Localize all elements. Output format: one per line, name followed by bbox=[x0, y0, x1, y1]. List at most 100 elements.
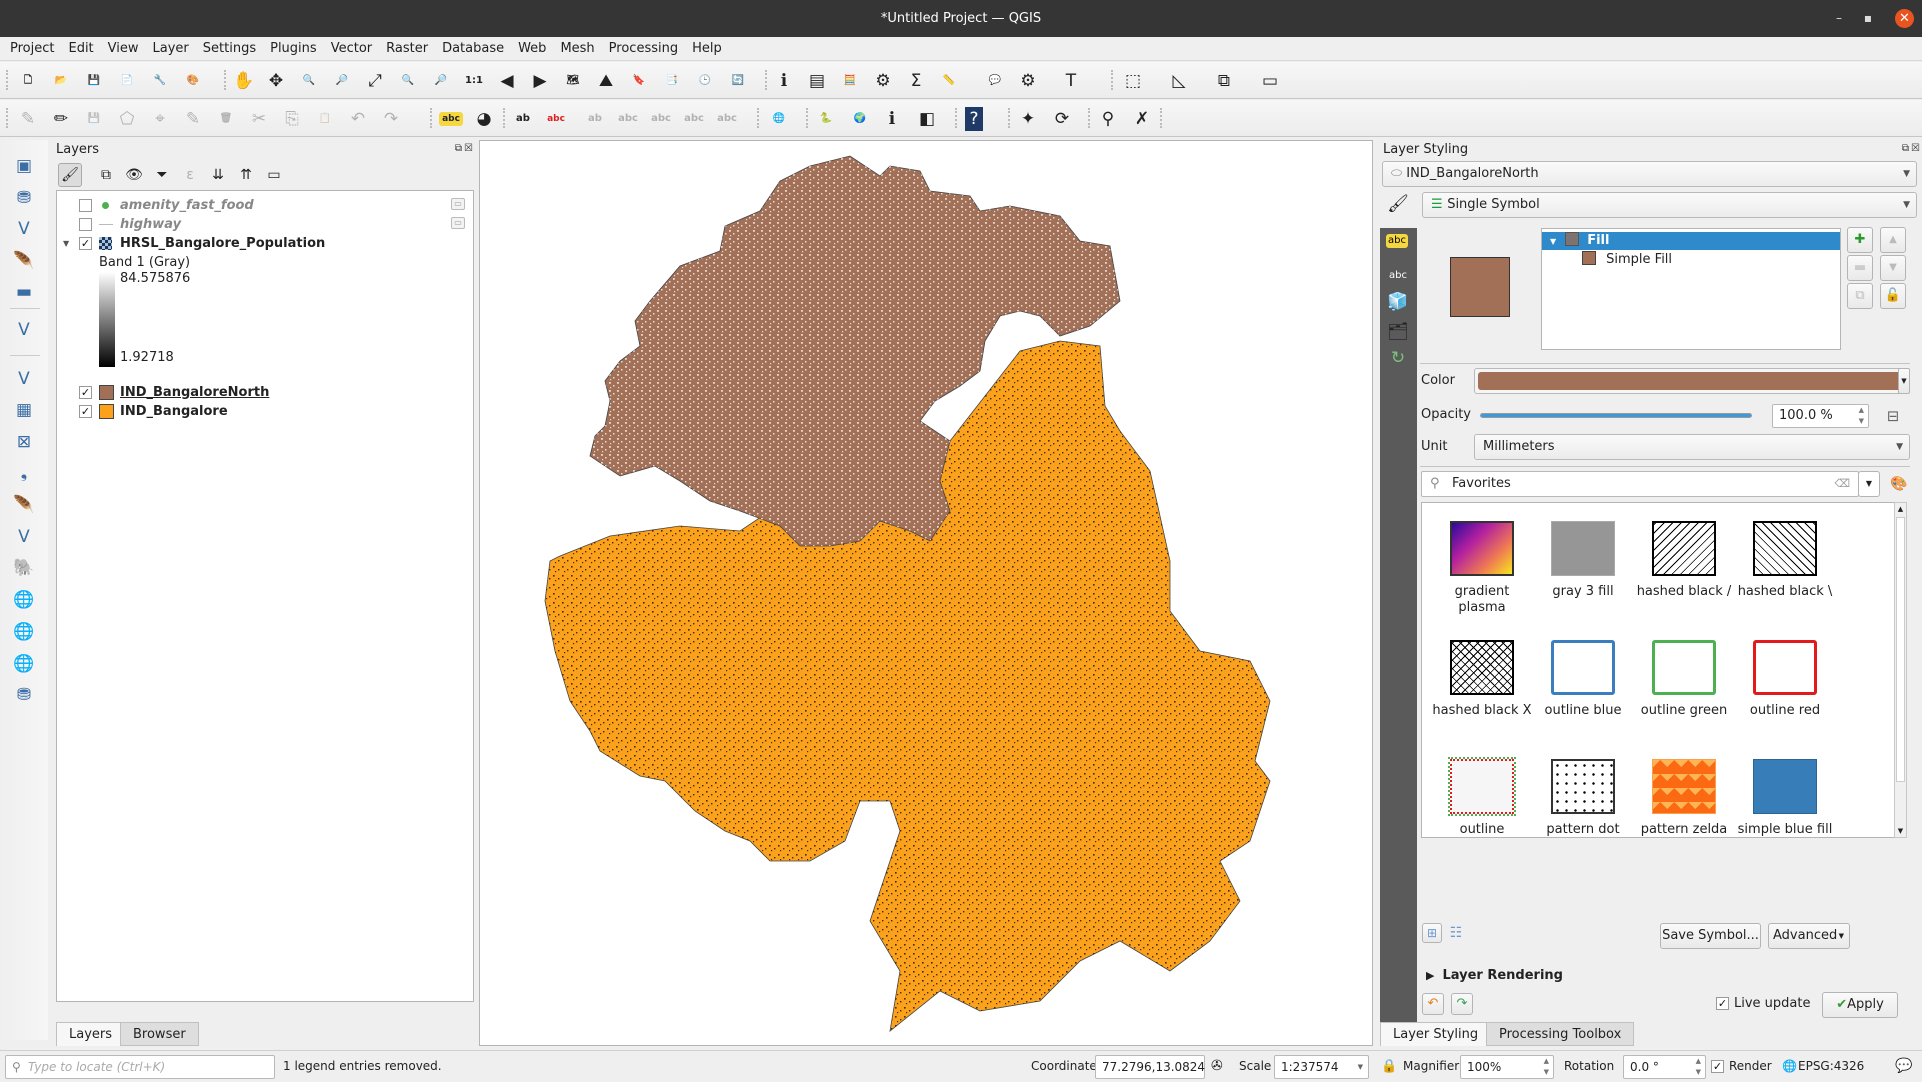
scroll-up-icon[interactable]: ▲ bbox=[1895, 505, 1906, 513]
coordinate-field[interactable]: 77.2796,13.0824 bbox=[1095, 1055, 1205, 1079]
unit-select[interactable]: Millimeters ▼ bbox=[1474, 434, 1910, 460]
new-spatialite-layer-icon[interactable]: 🪶 bbox=[12, 249, 36, 273]
toolbar-grip[interactable] bbox=[503, 108, 506, 128]
list-view-icon[interactable]: ☷ bbox=[1444, 921, 1468, 945]
new-project-icon[interactable]: 🗋 bbox=[16, 69, 40, 93]
zoom-full-icon[interactable]: ⤢ bbox=[363, 69, 387, 93]
change-label-icon[interactable]: abc bbox=[649, 107, 673, 131]
opacity-spinbox[interactable]: 100.0 % ▲ ▼ bbox=[1772, 404, 1869, 428]
symbol-tree-simple-fill-row[interactable]: Simple Fill bbox=[1582, 251, 1672, 269]
crs-button[interactable]: EPSG:4326 bbox=[1798, 1051, 1864, 1082]
layer-select[interactable]: ⬭ IND_BangaloreNorth ▼ bbox=[1382, 161, 1917, 187]
new-print-layout-icon[interactable]: 📄 bbox=[115, 69, 139, 93]
spin-arrows-icon[interactable]: ▲ ▼ bbox=[1859, 405, 1864, 427]
toolbar-grip[interactable] bbox=[765, 70, 768, 90]
lock-color-button[interactable]: 🔓 bbox=[1880, 283, 1906, 309]
save-project-icon[interactable]: 💾 bbox=[82, 69, 106, 93]
toolbar-grip[interactable] bbox=[1111, 70, 1114, 90]
open-project-icon[interactable]: 📂 bbox=[49, 69, 73, 93]
table-sync-icon[interactable]: ⟳ bbox=[1050, 107, 1074, 131]
masks-tab-icon[interactable]: abc bbox=[1386, 264, 1410, 288]
toolbar-grip[interactable] bbox=[6, 108, 9, 128]
symbol-item[interactable]: hashed black / bbox=[1634, 521, 1734, 600]
symbol-item[interactable]: pattern dot black bbox=[1533, 759, 1633, 837]
select-by-value-icon[interactable]: ▭ bbox=[1258, 69, 1282, 93]
locator-input[interactable]: ⚲ Type to locate (Ctrl+K) bbox=[5, 1055, 275, 1079]
symbol-item[interactable]: outline xpattern bbox=[1432, 757, 1532, 837]
redo-icon[interactable]: ↷ bbox=[379, 107, 403, 131]
3d-view-tab-icon[interactable]: 🧊 bbox=[1386, 290, 1410, 314]
layout-manager-icon[interactable]: 🔧 bbox=[148, 69, 172, 93]
toolbar-grip[interactable] bbox=[224, 70, 227, 90]
toolbar-grip[interactable] bbox=[6, 70, 9, 90]
layer-row-ind-bangalorenorth[interactable]: ✓ IND_BangaloreNorth bbox=[57, 383, 467, 402]
zoom-out-icon[interactable]: 🔎 bbox=[330, 69, 354, 93]
add-postgis-layer-icon[interactable]: 🐘 bbox=[12, 556, 36, 580]
toolbar-grip[interactable] bbox=[1008, 108, 1011, 128]
pin-labels-icon[interactable]: ab bbox=[511, 107, 535, 131]
new-bookmark-icon[interactable]: 🔖 bbox=[627, 69, 651, 93]
remove-symbol-layer-button[interactable]: ▬ bbox=[1847, 255, 1873, 281]
measure-icon[interactable]: 📏 bbox=[937, 69, 961, 93]
tab-layers[interactable]: Layers bbox=[56, 1022, 126, 1046]
qgis2web-icon[interactable]: ✗ bbox=[1130, 107, 1154, 131]
advanced-button[interactable]: Advanced ▼ bbox=[1768, 923, 1850, 949]
label-props-icon[interactable]: abc bbox=[682, 107, 706, 131]
pan-to-selection-icon[interactable]: ✥ bbox=[264, 69, 288, 93]
new-temporary-layer-icon[interactable]: ▬ bbox=[12, 280, 36, 304]
toolbar-grip[interactable] bbox=[1160, 108, 1163, 128]
zoom-to-selection-icon[interactable]: 🔍 bbox=[396, 69, 420, 93]
menu-plugins[interactable]: Plugins bbox=[263, 37, 324, 61]
save-edits-icon[interactable]: 💾 bbox=[82, 107, 106, 131]
style-panel-icon[interactable]: 🖌 bbox=[58, 163, 82, 187]
map-canvas[interactable] bbox=[479, 140, 1373, 1046]
zoom-next-icon[interactable]: ▶ bbox=[528, 69, 552, 93]
delete-selected-icon[interactable]: 🗑 bbox=[214, 107, 238, 131]
icon-view-button[interactable]: ⊞ bbox=[1422, 923, 1442, 943]
rotate-label-icon[interactable]: abc bbox=[616, 107, 640, 131]
cut-features-icon[interactable]: ✂ bbox=[247, 107, 271, 131]
symbol-search-input[interactable]: ⚲ Favorites ⌫ bbox=[1421, 471, 1859, 497]
new-map-view-icon[interactable]: 🗺 bbox=[561, 69, 585, 93]
actions-icon[interactable]: ⚙ bbox=[1016, 69, 1040, 93]
messages-icon[interactable]: 💬 bbox=[1895, 1051, 1912, 1082]
symbol-item[interactable]: pattern zelda bbox=[1634, 759, 1734, 837]
metasearch-icon[interactable]: ℹ bbox=[880, 107, 904, 131]
layer-row-highway[interactable]: highway ▭ bbox=[57, 215, 467, 234]
menu-edit[interactable]: Edit bbox=[61, 37, 100, 61]
close-button[interactable]: ✕ bbox=[1895, 9, 1914, 28]
add-symbol-layer-button[interactable]: ✚ bbox=[1847, 227, 1873, 253]
menu-view[interactable]: View bbox=[101, 37, 146, 61]
symbol-item[interactable]: outline red bbox=[1735, 640, 1835, 719]
current-edits-icon[interactable]: ✎ bbox=[16, 107, 40, 131]
symbol-item[interactable]: outline green bbox=[1634, 640, 1734, 719]
toolbar-grip[interactable] bbox=[430, 108, 433, 128]
diagrams-tab-icon[interactable]: 🗂 bbox=[1386, 320, 1410, 344]
new-virtual-layer-icon[interactable]: V bbox=[12, 318, 36, 342]
copy-features-icon[interactable]: ⎘ bbox=[280, 107, 304, 131]
magnifier-spinbox[interactable]: 100% ▲ ▼ bbox=[1460, 1055, 1554, 1079]
symbology-brush-icon[interactable]: 🖌 bbox=[1386, 192, 1410, 216]
add-wcs-layer-icon[interactable]: 🌐 bbox=[12, 620, 36, 644]
layer-row-amenity-fast-food[interactable]: amenity_fast_food ▭ bbox=[57, 196, 467, 215]
menu-project[interactable]: Project bbox=[0, 37, 61, 61]
color-menu-button[interactable]: ▼ bbox=[1898, 368, 1910, 394]
expand-all-icon[interactable]: ⇊ bbox=[206, 163, 230, 187]
layer-visibility-checkbox[interactable] bbox=[79, 218, 92, 231]
layer-visibility-checkbox[interactable]: ✓ bbox=[79, 405, 92, 418]
toolbar-grip[interactable] bbox=[955, 108, 958, 128]
crs-globe-icon[interactable]: 🌐 bbox=[1782, 1051, 1797, 1082]
georeferencer-icon[interactable]: ✦ bbox=[1016, 107, 1040, 131]
add-group-icon[interactable]: ⧉ bbox=[94, 163, 118, 187]
scrollbar-thumb[interactable] bbox=[1896, 517, 1905, 782]
vertex-tool-icon[interactable]: ⌖ bbox=[148, 107, 172, 131]
zoom-native-icon[interactable]: 1:1 bbox=[462, 69, 486, 93]
layer-visibility-checkbox[interactable]: ✓ bbox=[79, 386, 92, 399]
move-up-button[interactable]: ▲ bbox=[1880, 227, 1906, 253]
menu-web[interactable]: Web bbox=[511, 37, 553, 61]
menu-processing[interactable]: Processing bbox=[602, 37, 685, 61]
tag-filter-dropdown[interactable]: ▼ bbox=[1858, 471, 1880, 497]
maximize-button[interactable]: ▪ bbox=[1864, 0, 1872, 37]
style-manager-icon[interactable]: 🎨 bbox=[1887, 472, 1911, 496]
color-button[interactable] bbox=[1474, 368, 1907, 394]
